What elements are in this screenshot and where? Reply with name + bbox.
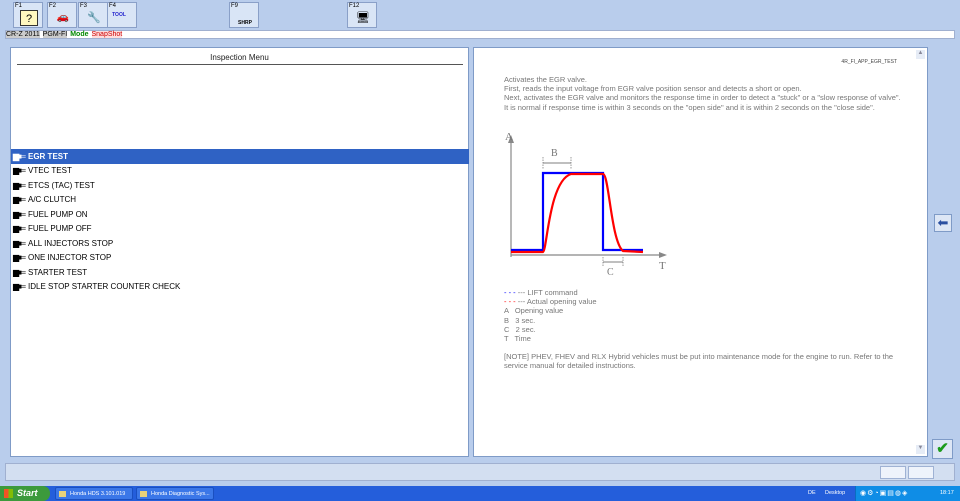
mode-label: Mode	[70, 31, 89, 38]
task-diagnostic-system[interactable]: Honda Diagnostic Sys...	[136, 487, 214, 500]
divider	[17, 64, 463, 65]
clock: 18:17	[940, 490, 954, 496]
menu-item-vtec-test[interactable]: ▆■═ VTEC TEST	[11, 164, 469, 179]
mode-value: SnapShot	[91, 31, 123, 38]
tools-button[interactable]: F3 🔧	[78, 2, 108, 28]
scroll-down-icon[interactable]: ▼	[916, 445, 925, 454]
menu-item-ac-clutch[interactable]: ▆■═ A/C CLUTCH	[11, 193, 469, 208]
message-bar	[5, 463, 955, 481]
legend-actual: - - - --- Actual opening value	[504, 297, 597, 306]
menu-item-all-injectors-stop[interactable]: ▆■═ ALL INJECTORS STOP	[11, 236, 469, 251]
label-b: B	[551, 148, 558, 159]
test-icon: ▆■═	[13, 282, 26, 292]
note-text: [NOTE] PHEV, FHEV and RLX Hybrid vehicle…	[504, 352, 894, 371]
test-icon: ▆■═	[13, 238, 26, 248]
test-icon: ▆■═	[13, 180, 26, 190]
menu-item-fuel-pump-off[interactable]: ▆■═ FUEL PUMP OFF	[11, 222, 469, 237]
vertical-scrollbar[interactable]: ▲ ▼	[916, 50, 925, 454]
x-axis-arrow	[659, 252, 667, 258]
help-button[interactable]: F1?	[13, 2, 43, 28]
label-c: C	[607, 267, 614, 278]
execute-button[interactable]: ✔	[932, 439, 953, 459]
legend-b: B 3 sec.	[504, 315, 536, 325]
status-field	[908, 466, 934, 479]
tool-select-icon: TOOL	[112, 12, 126, 18]
legend-text: --- Actual opening value	[517, 297, 597, 307]
legend-a: A Opening value	[504, 306, 564, 316]
help-icon: ?	[20, 10, 38, 26]
menu-title: Inspection Menu	[210, 53, 269, 62]
shrp-button[interactable]: F9 SHRP	[229, 2, 259, 28]
function-key-toolbar: F1? F2 🚗 F3 🔧 F4 TOOL F9 SHRP F12 🖥	[0, 0, 960, 29]
actual-swatch: - - -	[504, 297, 516, 307]
axis-label-a: A	[505, 131, 513, 143]
test-icon: ▆■═	[13, 195, 26, 205]
vehicle-label: CR-Z 2011	[6, 31, 40, 38]
desktop-toolbar[interactable]: Desktop	[825, 486, 845, 501]
test-icon: ▆■═	[13, 166, 26, 176]
tray-icons[interactable]: ◉⚙◔▣▤◍◈	[860, 486, 908, 501]
test-icon: ▆■═	[13, 209, 26, 219]
test-icon: ▆■═	[13, 151, 26, 161]
test-description: Activates the EGR valve. First, reads th…	[504, 75, 901, 112]
test-icon: ▆■═	[13, 253, 26, 263]
tools-icon: 🔧	[87, 12, 101, 24]
menu-item-starter-test[interactable]: ▆■═ STARTER TEST	[11, 265, 469, 280]
scroll-up-icon[interactable]: ▲	[916, 50, 925, 59]
menu-item-fuel-pump-on[interactable]: ▆■═ FUEL PUMP ON	[11, 207, 469, 222]
legend-t: T Time	[504, 334, 531, 344]
vehicle-button[interactable]: F2 🚗	[47, 2, 77, 28]
axis-label-t: T	[659, 260, 666, 272]
computer-icon: 🖥	[356, 12, 370, 24]
lift-swatch: - - -	[504, 288, 516, 297]
tool-select-button[interactable]: F4 TOOL	[107, 2, 137, 28]
lift-command-line	[511, 171, 643, 252]
egr-response-graph: A T B C	[505, 131, 667, 278]
graph-legend: - - - --- LIFT command - - - --- Actual …	[504, 288, 597, 343]
vehicle-status-bar: CR-Z 2011 PGM-FI Mode SnapShot	[5, 30, 955, 39]
legend-lift: - - - --- LIFT command	[504, 288, 597, 297]
language-indicator[interactable]: DE	[808, 486, 816, 501]
car-icon: 🚗	[56, 12, 70, 23]
back-arrow-icon: ⬅	[937, 215, 949, 230]
menu-item-one-injector-stop[interactable]: ▆■═ ONE INJECTOR STOP	[11, 251, 469, 266]
checkmark-icon: ✔	[936, 440, 949, 457]
test-code: 4R_FI_APP_EGR_TEST	[841, 59, 897, 65]
legend-c: C 2 sec.	[504, 324, 536, 334]
windows-taskbar: Start Honda HDS 3.101.019 Honda Diagnost…	[0, 486, 960, 501]
legend-text: --- LIFT command	[517, 288, 578, 297]
test-icon: ▆■═	[13, 267, 26, 277]
test-description-panel: 4R_FI_APP_EGR_TEST Activates the EGR val…	[473, 47, 928, 457]
start-button[interactable]: Start	[0, 486, 50, 501]
system-tray: ◉⚙◔▣▤◍◈ 18:17	[855, 486, 960, 501]
status-field	[880, 466, 906, 479]
menu-item-idle-stop-counter[interactable]: ▆■═ IDLE STOP STARTER COUNTER CHECK	[11, 280, 469, 295]
inspection-menu-list: ▆■═ EGR TEST ▆■═ VTEC TEST ▆■═ ETCS (TAC) T…	[11, 149, 469, 295]
actual-opening-line	[511, 172, 644, 254]
shrp-icon: SHRP	[238, 20, 252, 26]
menu-item-egr-test[interactable]: ▆■═ EGR TEST	[11, 149, 469, 164]
task-hds[interactable]: Honda HDS 3.101.019	[55, 487, 133, 500]
system-label: PGM-FI	[42, 31, 68, 38]
back-button[interactable]: ⬅	[934, 214, 952, 232]
test-icon: ▆■═	[13, 224, 26, 234]
inspection-menu-panel: Inspection Menu ▆■═ EGR TEST ▆■═ VTEC TEST…	[10, 47, 469, 457]
menu-item-etcs-test[interactable]: ▆■═ ETCS (TAC) TEST	[11, 178, 469, 193]
computer-button[interactable]: F12 🖥	[347, 2, 377, 28]
